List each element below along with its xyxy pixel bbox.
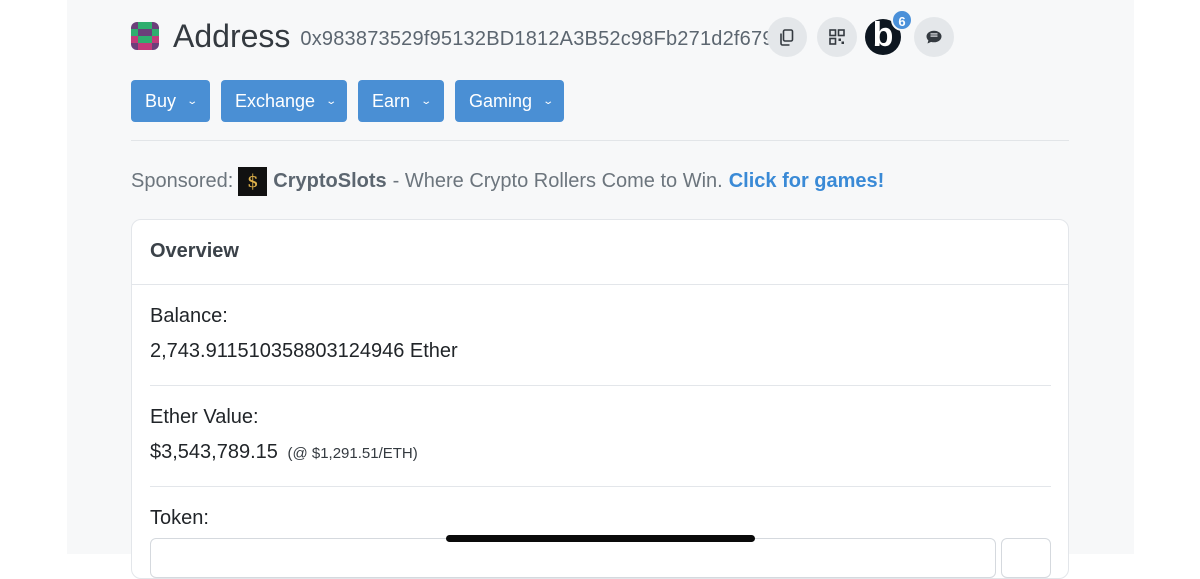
overview-header: Overview xyxy=(132,220,1068,285)
sponsor-name: CryptoSlots xyxy=(273,169,387,192)
exchange-label: Exchange xyxy=(235,90,316,111)
field-divider xyxy=(150,385,1051,386)
action-menu: Buy ⌄ Exchange ⌄ Earn ⌄ Gaming ⌄ xyxy=(131,80,575,122)
copy-icon xyxy=(780,28,794,46)
buy-dropdown-button[interactable]: Buy ⌄ xyxy=(131,80,210,122)
chat-icon xyxy=(926,30,942,44)
gaming-dropdown-button[interactable]: Gaming ⌄ xyxy=(455,80,564,122)
sponsor-link[interactable]: Click for games! xyxy=(729,170,885,193)
token-holdings-dropdown[interactable] xyxy=(150,538,996,578)
chevron-down-icon: ⌄ xyxy=(186,95,199,107)
address-actions: b 6 xyxy=(767,9,964,57)
sponsored-banner: Sponsored: $ CryptoSlots - Where Crypto … xyxy=(131,166,884,196)
ether-value: $3,543,789.15 xyxy=(150,441,278,463)
ether-value-row: $3,543,789.15 (@ $1,291.51/ETH) xyxy=(150,441,1051,464)
ether-value-label: Ether Value: xyxy=(150,406,259,428)
copy-address-button[interactable] xyxy=(767,17,807,57)
earn-dropdown-button[interactable]: Earn ⌄ xyxy=(358,80,444,122)
gaming-label: Gaming xyxy=(469,90,533,111)
address-hash[interactable]: 0x983873529f95132BD1812A3B52c98Fb271d2f6… xyxy=(300,28,773,51)
comment-button[interactable] xyxy=(914,17,954,57)
exchange-dropdown-button[interactable]: Exchange ⌄ xyxy=(221,80,347,122)
chevron-down-icon: ⌄ xyxy=(325,95,338,107)
earn-label: Earn xyxy=(372,90,411,111)
balance-value: 2,743.911510358803124946 Ether xyxy=(150,340,458,362)
buy-label: Buy xyxy=(145,90,177,111)
blockscan-chat-button[interactable]: b 6 xyxy=(865,9,913,55)
balance-field: Balance: 2,743.911510358803124946 Ether xyxy=(150,305,1051,363)
qr-code-button[interactable] xyxy=(817,17,857,57)
field-divider xyxy=(150,486,1051,487)
token-view-button[interactable] xyxy=(1001,538,1051,578)
ether-value-field: Ether Value: $3,543,789.15 (@ $1,291.51/… xyxy=(150,406,1051,464)
header-divider xyxy=(131,140,1069,141)
ether-price: (@ $1,291.51/ETH) xyxy=(287,445,418,462)
chevron-down-icon: ⌄ xyxy=(420,95,433,107)
qr-code-icon xyxy=(829,29,845,45)
chevron-down-icon: ⌄ xyxy=(542,95,555,107)
sponsor-tagline: - Where Crypto Rollers Come to Win. xyxy=(392,169,723,192)
token-field: Token: xyxy=(150,507,1051,530)
page-title: Address xyxy=(173,17,291,54)
sponsor-logo-icon: $ xyxy=(238,166,268,196)
address-header: Address 0x983873529f95132BD1812A3B52c98F… xyxy=(131,14,774,58)
overview-card: Overview Balance: 2,743.9115103588031249… xyxy=(131,219,1069,579)
notification-badge: 6 xyxy=(891,9,913,31)
home-indicator xyxy=(446,535,755,542)
address-identicon-icon xyxy=(131,22,159,50)
page: Address 0x983873529f95132BD1812A3B52c98F… xyxy=(0,0,1200,579)
balance-label: Balance: xyxy=(150,305,228,327)
token-label: Token: xyxy=(150,507,209,529)
sponsored-prefix: Sponsored: xyxy=(131,169,234,192)
